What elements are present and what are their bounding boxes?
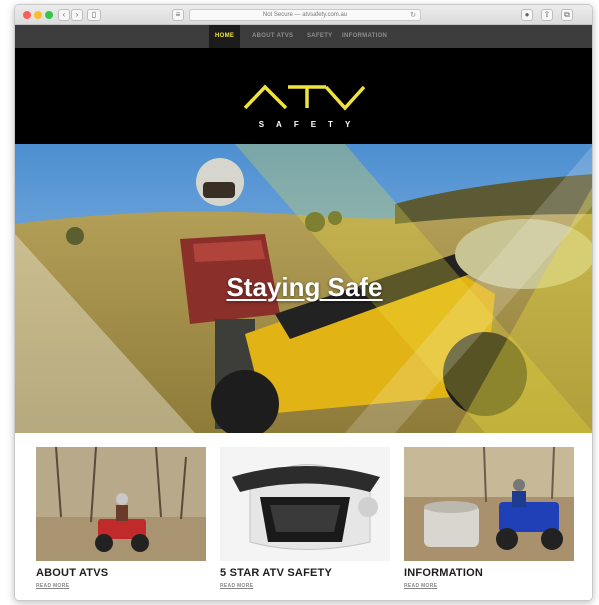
hero-title[interactable]: Staying Safe (15, 272, 592, 303)
hero-banner: Staying Safe (15, 144, 592, 433)
site-navigation: HOME ABOUT ATVS SAFETY INFORMATION (15, 25, 592, 48)
nav-item-home[interactable]: HOME (209, 25, 241, 48)
sidebar-icon[interactable]: ▯ (87, 9, 101, 21)
card-title-about-atvs[interactable]: ABOUT ATVS (36, 567, 108, 579)
close-window-button[interactable] (23, 11, 31, 19)
zoom-window-button[interactable] (45, 11, 53, 19)
share-icon[interactable]: ⇧ (541, 9, 553, 21)
tabs-icon[interactable]: ⧉ (561, 9, 573, 21)
forward-button[interactable]: › (71, 9, 83, 21)
feature-cards: ABOUT ATVS READ MORE 5 STAR ATV SAFETY R… (15, 433, 592, 600)
card-title-information[interactable]: INFORMATION (404, 567, 483, 579)
browser-window: ‹ › ▯ ≡ Not Secure — atvsafety.com.au ↻ … (14, 4, 593, 601)
browser-toolbar: ‹ › ▯ ≡ Not Secure — atvsafety.com.au ↻ … (15, 5, 592, 25)
card-image-5-star-atv-safety-svg (220, 447, 390, 561)
address-bar[interactable]: Not Secure — atvsafety.com.au ↻ (189, 9, 421, 21)
reader-icon[interactable]: ≡ (172, 9, 184, 21)
back-button[interactable]: ‹ (58, 9, 70, 21)
minimize-window-button[interactable] (34, 11, 42, 19)
card-image-about-atvs[interactable] (36, 447, 206, 561)
card-read-more-5-star-atv-safety[interactable]: READ MORE (220, 583, 253, 589)
extension-icon[interactable]: ● (521, 9, 533, 21)
card-read-more-information[interactable]: READ MORE (404, 583, 437, 589)
nav-item-about-atvs[interactable]: ABOUT ATVS (252, 25, 293, 48)
card-image-information-svg (404, 447, 574, 561)
logo-subtitle: SAFETY (258, 120, 363, 129)
nav-item-information[interactable]: INFORMATION (342, 25, 387, 48)
card-image-5-star-atv-safety[interactable] (220, 447, 390, 561)
site-header: SAFETY (15, 48, 593, 144)
address-text: Not Secure — atvsafety.com.au (262, 12, 348, 18)
card-title-5-star-atv-safety[interactable]: 5 STAR ATV SAFETY (220, 567, 332, 579)
card-read-more-about-atvs[interactable]: READ MORE (36, 583, 69, 589)
atv-logo[interactable] (15, 48, 593, 144)
reload-icon[interactable]: ↻ (410, 10, 416, 21)
nav-item-safety[interactable]: SAFETY (307, 25, 332, 48)
card-image-about-atvs-svg (36, 447, 206, 561)
card-image-information[interactable] (404, 447, 574, 561)
